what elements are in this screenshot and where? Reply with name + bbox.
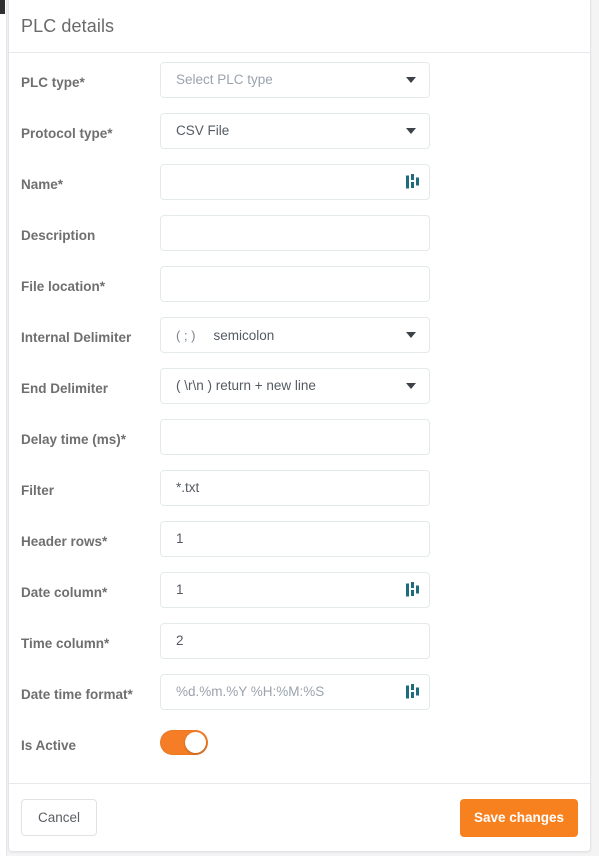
field-label-header-rows: Header rows* [21,534,108,549]
value-end-delimiter: ( \r\n ) return + new line [176,378,316,393]
value-plc-type: Select PLC type [176,72,273,87]
bars-icon[interactable] [405,582,420,599]
left-rail [0,0,7,856]
panel-footer: Cancel Save changes [9,783,590,851]
value-date-column: 1 [176,582,184,597]
toggle-knob [185,732,206,753]
value-protocol-type: CSV File [176,123,230,138]
input-file-location[interactable] [160,266,430,302]
delimiter-token-internal-delimiter: ( ; ) [176,327,196,343]
field-label-plc-type: PLC type* [21,75,85,90]
field-control-plc-type: Select PLC type [160,62,430,98]
form-row-end-delimiter: End Delimiter ( \r\n ) return + new line [9,368,590,419]
is-active-toggle[interactable] [160,730,208,755]
page-title: PLC details [21,15,115,36]
select-protocol-type[interactable]: CSV File [160,113,430,149]
value-date-time-format: %d.%m.%Y %H:%M:%S [176,684,325,699]
field-control-protocol-type: CSV File [160,113,430,149]
form-row-internal-delimiter: Internal Delimiter ( ; ) semicolon [9,317,590,368]
form-row-header-rows: Header rows* 1 [9,521,590,572]
form-row-plc-type: PLC type* Select PLC type [9,62,590,113]
form-row-delay-time-ms: Delay time (ms)* [9,419,590,470]
value-time-column: 2 [176,633,184,648]
select-end-delimiter[interactable]: ( \r\n ) return + new line [160,368,430,404]
field-control-file-location [160,266,430,302]
cancel-button[interactable]: Cancel [21,799,98,836]
bars-icon[interactable] [405,684,420,701]
field-label-time-column: Time column* [21,636,110,651]
field-control-filter: *.txt [160,470,430,506]
field-control-date-time-format: %d.%m.%Y %H:%M:%S [160,674,430,710]
form-row-description: Description [9,215,590,266]
field-label-is-active: Is Active [21,738,77,753]
form-row-date-time-format: Date time format* %d.%m.%Y %H:%M:%S [9,674,590,725]
field-control-name [160,164,430,200]
value-header-rows: 1 [176,531,184,546]
field-label-date-time-format: Date time format* [21,687,133,702]
plc-details-page: PLC details PLC type* Select PLC type Prot… [0,0,599,856]
chevron-down-icon[interactable] [406,332,416,338]
form-row-is-active: Is Active [9,725,590,776]
field-control-description [160,215,430,251]
input-date-time-format[interactable]: %d.%m.%Y %H:%M:%S [160,674,430,710]
input-header-rows[interactable]: 1 [160,521,430,557]
input-time-column[interactable]: 2 [160,623,430,659]
field-label-internal-delimiter: Internal Delimiter [21,330,132,345]
field-control-end-delimiter: ( \r\n ) return + new line [160,368,430,404]
field-label-delay-time-ms: Delay time (ms)* [21,432,127,447]
form-row-protocol-type: Protocol type* CSV File [9,113,590,164]
delimiter-name-internal-delimiter: semicolon [213,327,275,343]
field-label-filter: Filter [21,483,55,498]
field-label-description: Description [21,228,96,243]
field-control-time-column: 2 [160,623,430,659]
form-row-file-location: File location* [9,266,590,317]
chevron-down-icon[interactable] [406,383,416,389]
field-label-name: Name* [21,177,64,192]
chevron-down-icon[interactable] [406,77,416,83]
form-row-filter: Filter *.txt [9,470,590,521]
field-control-is-active [160,725,430,755]
plc-details-form: PLC type* Select PLC type Protocol type* CS… [9,53,590,776]
form-row-date-column: Date column* 1 [9,572,590,623]
save-changes-button[interactable]: Save changes [459,798,578,837]
value-filter: *.txt [176,480,200,495]
input-filter[interactable]: *.txt [160,470,430,506]
input-delay-time-ms[interactable] [160,419,430,455]
plc-details-panel: PLC details PLC type* Select PLC type Prot… [8,0,591,852]
field-label-date-column: Date column* [21,585,108,600]
field-label-protocol-type: Protocol type* [21,126,113,141]
input-name[interactable] [160,164,430,200]
field-control-delay-time-ms [160,419,430,455]
select-plc-type[interactable]: Select PLC type [160,62,430,98]
field-label-end-delimiter: End Delimiter [21,381,109,396]
select-internal-delimiter[interactable]: ( ; ) semicolon [160,317,430,353]
input-description[interactable] [160,215,430,251]
left-rail-cap [0,0,5,14]
input-date-column[interactable]: 1 [160,572,430,608]
field-control-header-rows: 1 [160,521,430,557]
bars-icon[interactable] [405,174,420,191]
chevron-down-icon[interactable] [406,128,416,134]
panel-header: PLC details [9,0,590,53]
field-control-internal-delimiter: ( ; ) semicolon [160,317,430,353]
field-label-file-location: File location* [21,279,106,294]
form-row-name: Name* [9,164,590,215]
field-control-date-column: 1 [160,572,430,608]
form-row-time-column: Time column* 2 [9,623,590,674]
